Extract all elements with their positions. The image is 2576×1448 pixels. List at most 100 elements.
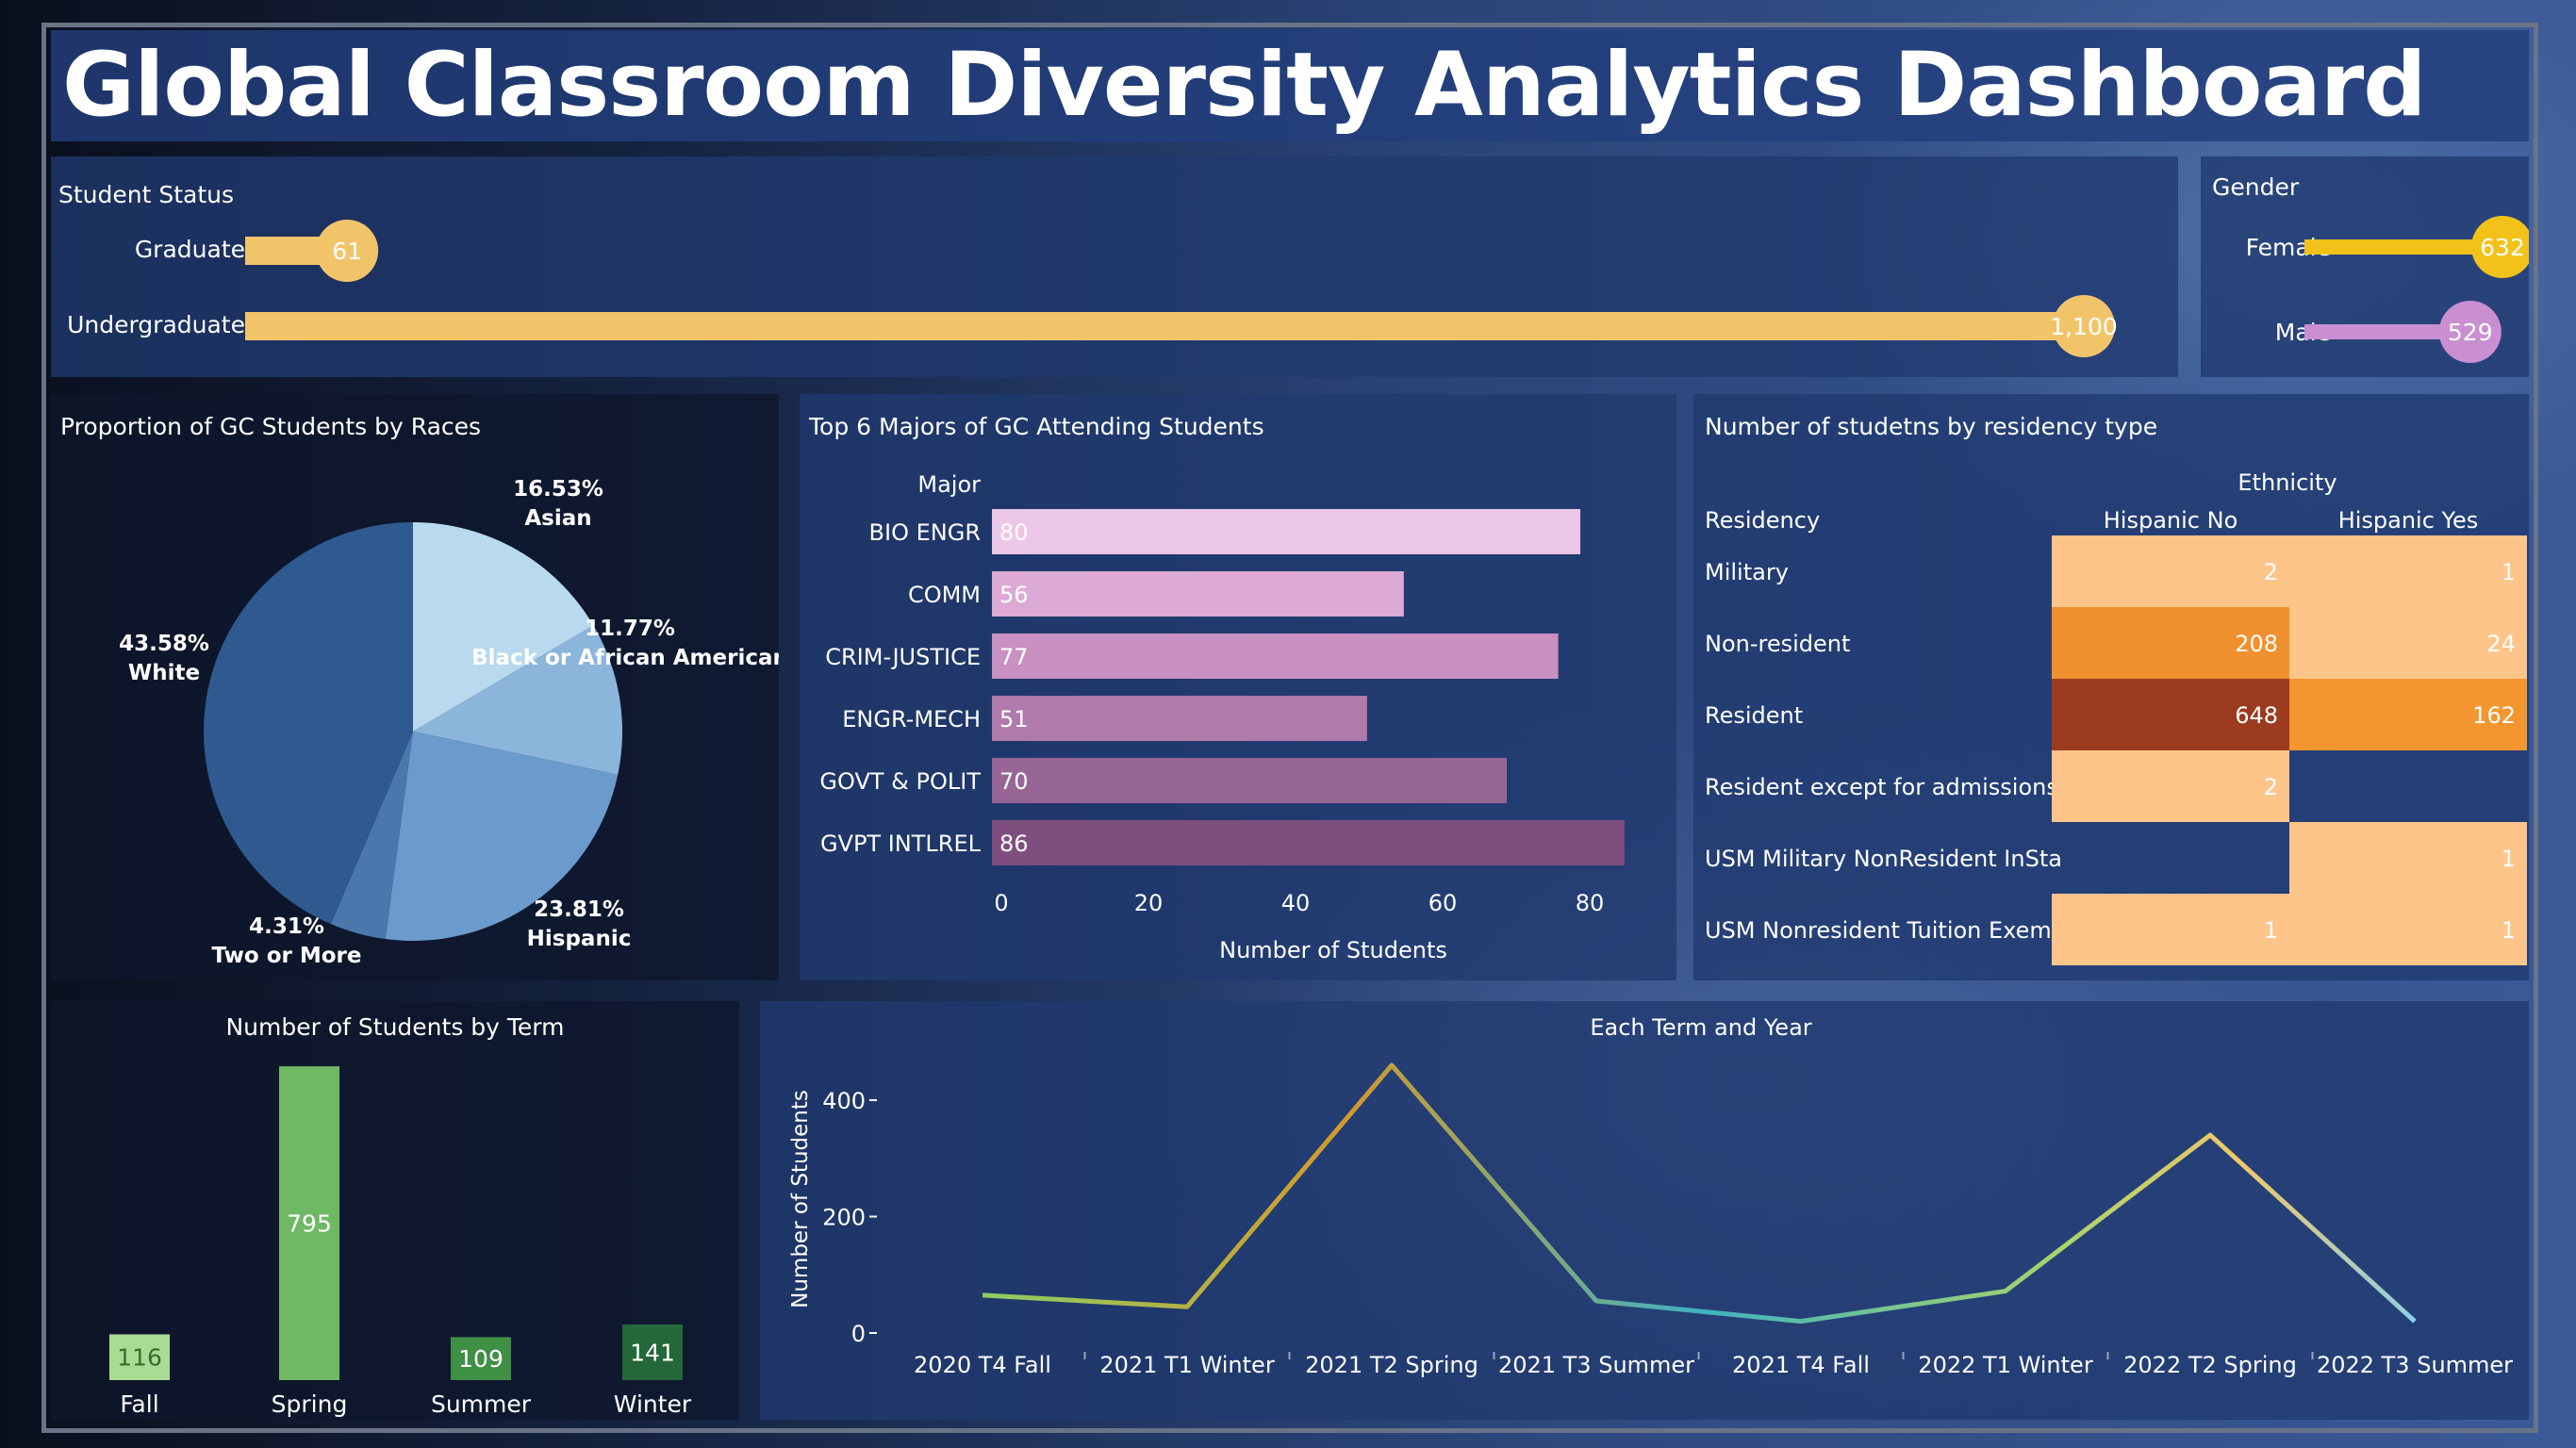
- term-value-2: 109: [458, 1345, 504, 1373]
- residency-row-label-2: Resident: [1705, 702, 1803, 729]
- line-xtick-3: 2021 T3 Summer: [1498, 1352, 1694, 1378]
- student-status-panel: Student Status Graduate Undergraduate 61…: [51, 156, 2178, 377]
- line-xtick-0: 2020 T4 Fall: [914, 1352, 1051, 1378]
- residency-cell-0-0: [2052, 535, 2289, 607]
- major-value-2: 77: [999, 644, 1029, 670]
- residency-col-group: Ethnicity: [2237, 469, 2337, 496]
- pie-pct-4: 43.58%: [119, 632, 209, 656]
- residency-row-label-4: USM Military NonResident InSta: [1705, 846, 2062, 872]
- line-title: Each Term and Year: [1590, 1014, 1811, 1041]
- terms-bar-chart: Number of Students by Term 116 Fall 795 Spri…: [109, 1013, 692, 1418]
- term-value-1: 795: [287, 1210, 332, 1238]
- major-label-4: GOVT & POLIT: [819, 768, 981, 795]
- line-ytick-2: 400: [822, 1088, 866, 1114]
- major-bar-0: [992, 509, 1580, 554]
- residency-value-0-0: 2: [2264, 559, 2278, 585]
- races-panel: Proportion of GC Students by Races 16.53…: [51, 394, 779, 980]
- pie-name-3: Two or More: [211, 944, 361, 968]
- major-value-1: 56: [999, 582, 1029, 608]
- residency-value-5-0: 1: [2264, 917, 2278, 944]
- major-bar-1: [992, 571, 1404, 617]
- terms-panel: Number of Students by Term 116 Fall 795 Spri…: [51, 1001, 739, 1420]
- residency-col-0: Hispanic No: [2104, 507, 2238, 534]
- residency-cell-3-0: [2052, 750, 2289, 822]
- residency-value-5-1: 1: [2502, 917, 2516, 944]
- residency-value-3-0: 2: [2264, 774, 2278, 800]
- residency-cell-4-1: [2289, 822, 2527, 894]
- residency-row-label-3: Resident except for admissions: [1705, 774, 2058, 800]
- residency-value-2-0: 648: [2235, 702, 2278, 729]
- line-ylabel: Number of Students: [788, 1090, 813, 1308]
- major-value-4: 70: [999, 768, 1029, 795]
- major-tick-1: 20: [1134, 890, 1164, 916]
- student-status-chart: 61 1,100: [245, 220, 2118, 357]
- line-xtick-2: 2021 T2 Spring: [1305, 1352, 1478, 1378]
- residency-row-label-0: Military: [1705, 559, 1789, 585]
- major-bar-3: [992, 696, 1367, 741]
- gender-value-1: 529: [2448, 319, 2493, 346]
- residency-panel: Number of studetns by residency type Eth…: [1693, 394, 2529, 980]
- residency-row-label-5: USM Nonresident Tuition Exempt: [1705, 917, 2074, 944]
- residency-value-0-1: 1: [2502, 559, 2516, 585]
- line-xtick-4: 2021 T4 Fall: [1732, 1352, 1870, 1378]
- term-value-3: 141: [630, 1339, 675, 1366]
- residency-row-label-1: Non-resident: [1705, 631, 1850, 657]
- pie-name-0: Asian: [524, 506, 591, 531]
- line-xtick-5: 2022 T1 Winter: [1918, 1352, 2093, 1378]
- residency-cell-0-1: [2289, 535, 2527, 607]
- pie-pct-3: 4.31%: [249, 914, 324, 939]
- major-label-2: CRIM-JUSTICE: [825, 644, 981, 670]
- residency-value-2-1: 162: [2472, 702, 2516, 729]
- residency-row-header: Residency: [1705, 507, 1820, 534]
- term-label-1: Spring: [272, 1390, 348, 1418]
- title-bar: Global Classroom Diversity Analytics Das…: [51, 30, 2529, 141]
- major-label-1: COMM: [908, 582, 981, 608]
- status-value-0: 61: [332, 238, 362, 265]
- term-label-3: Winter: [614, 1390, 692, 1418]
- major-tick-2: 40: [1281, 890, 1311, 916]
- major-label-5: GVPT INTLREL: [820, 831, 982, 857]
- pie-pct-2: 23.81%: [534, 897, 624, 922]
- gender-panel: Gender Female Male 632 529: [2201, 156, 2529, 377]
- major-tick-0: 0: [994, 890, 1008, 916]
- major-value-3: 51: [999, 706, 1029, 732]
- residency-heatmap: Ethnicity Residency Hispanic No Hispanic Ye…: [1705, 469, 2527, 965]
- status-value-1: 1,100: [2050, 313, 2118, 340]
- majors-panel: Top 6 Majors of GC Attending Students Ma…: [800, 394, 1676, 980]
- term-label-2: Summer: [431, 1390, 532, 1418]
- pie-name-2: Hispanic: [527, 927, 632, 951]
- residency-col-1: Hispanic Yes: [2338, 507, 2479, 534]
- term-value-0: 116: [117, 1344, 162, 1372]
- pie-pct-0: 16.53%: [513, 477, 603, 502]
- term-label-0: Fall: [120, 1390, 158, 1418]
- races-pie-chart: 16.53% Asian 11.77% Black or African Americ…: [119, 477, 779, 968]
- major-value-5: 86: [999, 831, 1029, 857]
- major-bar-5: [992, 820, 1625, 865]
- residency-value-1-1: 24: [2486, 631, 2516, 657]
- majors-xlabel: Number of Students: [1219, 937, 1447, 963]
- major-bar-2: [992, 634, 1559, 679]
- line-ytick-0: 0: [851, 1321, 866, 1347]
- residency-cell-5-1: [2289, 894, 2527, 965]
- terms-title: Number of Students by Term: [225, 1013, 564, 1041]
- line-xtick-7: 2022 T3 Summer: [2317, 1352, 2513, 1378]
- pie-name-1: Black or African American: [471, 646, 779, 670]
- gender-value-0: 632: [2480, 234, 2525, 261]
- major-value-0: 80: [999, 519, 1029, 546]
- pie-pct-1: 11.77%: [585, 617, 675, 641]
- line-ytick-1: 200: [822, 1205, 866, 1231]
- major-bar-4: [992, 758, 1507, 803]
- term-year-panel: Each Term and Year Number of Students 0 200…: [760, 1001, 2529, 1420]
- residency-value-4-1: 1: [2502, 846, 2516, 872]
- term-year-line-chart: Each Term and Year Number of Students 0 200…: [788, 1014, 2513, 1378]
- major-tick-3: 60: [1428, 890, 1458, 916]
- majors-col-header: Major: [917, 471, 981, 498]
- major-tick-4: 80: [1576, 890, 1605, 916]
- residency-value-1-0: 208: [2235, 631, 2278, 657]
- major-label-0: BIO ENGR: [869, 519, 981, 546]
- line-series-0: [982, 1062, 2417, 1325]
- major-label-3: ENGR-MECH: [842, 706, 981, 732]
- gender-chart: 632 529: [2304, 216, 2529, 363]
- dashboard-title: Global Classroom Diversity Analytics Das…: [62, 34, 2427, 137]
- line-xtick-6: 2022 T2 Spring: [2123, 1352, 2297, 1378]
